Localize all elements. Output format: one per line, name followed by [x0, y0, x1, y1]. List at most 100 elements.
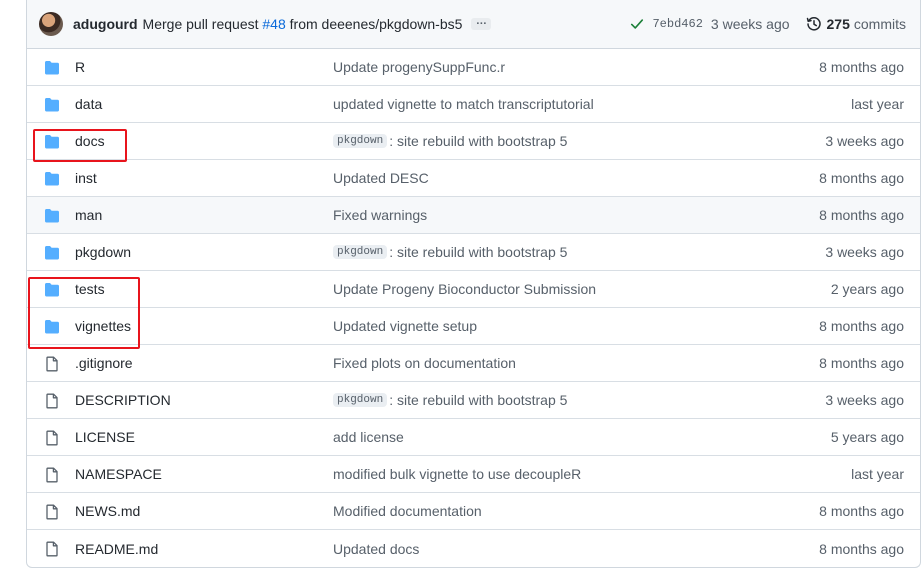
commit-pr-link[interactable]: #48: [262, 16, 285, 32]
file-icon: [43, 356, 61, 372]
file-age[interactable]: 8 months ago: [819, 59, 904, 75]
latest-commit-bar: adugourd Merge pull request #48 from dee…: [27, 0, 920, 49]
file-icon: [43, 467, 61, 483]
commit-sha-link[interactable]: 7ebd462: [652, 17, 702, 31]
commit-time[interactable]: 3 weeks ago: [711, 16, 790, 32]
file-age[interactable]: 8 months ago: [819, 355, 904, 371]
folder-icon: [43, 245, 61, 261]
file-commit-message[interactable]: Update progenySuppFunc.r: [333, 59, 505, 75]
file-commit-message[interactable]: Fixed warnings: [333, 207, 427, 223]
file-commit-text[interactable]: updated vignette to match transcriptutor…: [333, 96, 594, 112]
file-name-link[interactable]: pkgdown: [75, 244, 131, 260]
file-commit-text[interactable]: Updated DESC: [333, 170, 429, 186]
file-age[interactable]: 3 weeks ago: [825, 392, 904, 408]
file-commit-message[interactable]: Updated vignette setup: [333, 318, 477, 334]
file-name-link[interactable]: inst: [75, 170, 97, 186]
file-commit-text[interactable]: Updated vignette setup: [333, 318, 477, 334]
file-icon: [43, 393, 61, 409]
file-age[interactable]: 5 years ago: [831, 429, 904, 445]
file-row[interactable]: NAMESPACE modified bulk vignette to use d…: [27, 456, 920, 493]
file-row[interactable]: tests Update Progeny Bioconductor Submiss…: [27, 271, 920, 308]
commit-message-suffix[interactable]: from deeenes/pkgdown-bs5: [286, 16, 463, 32]
file-commit-message[interactable]: Modified documentation: [333, 503, 482, 519]
file-commit-message[interactable]: updated vignette to match transcriptutor…: [333, 96, 594, 112]
commit-count[interactable]: 275: [827, 16, 850, 32]
file-commit-text[interactable]: Update Progeny Bioconductor Submission: [333, 281, 596, 297]
file-age[interactable]: last year: [851, 96, 904, 112]
author-avatar[interactable]: [39, 12, 63, 36]
file-name-link[interactable]: data: [75, 96, 102, 112]
file-name-link[interactable]: README.md: [75, 541, 158, 557]
file-commit-message[interactable]: add license: [333, 429, 404, 445]
commit-count-label[interactable]: commits: [854, 16, 906, 32]
file-commit-message[interactable]: pkgdown: site rebuild with bootstrap 5: [333, 244, 567, 260]
file-name-link[interactable]: vignettes: [75, 318, 131, 334]
folder-icon: [43, 208, 61, 224]
file-row[interactable]: DESCRIPTION pkgdown: site rebuild with bo…: [27, 382, 920, 419]
file-row[interactable]: data updated vignette to match transcript…: [27, 86, 920, 123]
file-age[interactable]: 8 months ago: [819, 318, 904, 334]
file-commit-message[interactable]: Update Progeny Bioconductor Submission: [333, 281, 596, 297]
file-age[interactable]: 8 months ago: [819, 207, 904, 223]
file-commit-message[interactable]: pkgdown: site rebuild with bootstrap 5: [333, 392, 567, 408]
file-row[interactable]: R Update progenySuppFunc.r 8 months ago: [27, 49, 920, 86]
folder-icon: [43, 97, 61, 113]
file-age[interactable]: 3 weeks ago: [825, 244, 904, 260]
commit-code-tag[interactable]: pkgdown: [333, 393, 388, 407]
file-commit-text[interactable]: Update progenySuppFunc.r: [333, 59, 505, 75]
file-age[interactable]: 8 months ago: [819, 170, 904, 186]
folder-icon: [43, 60, 61, 76]
commit-message-prefix[interactable]: Merge pull request: [143, 16, 263, 32]
folder-icon: [43, 319, 61, 335]
file-row[interactable]: man Fixed warnings 8 months ago: [27, 197, 920, 234]
history-icon[interactable]: [806, 16, 822, 32]
file-name-link[interactable]: .gitignore: [75, 355, 133, 371]
file-row[interactable]: inst Updated DESC 8 months ago: [27, 160, 920, 197]
file-name-link[interactable]: NEWS.md: [75, 503, 140, 519]
file-name-link[interactable]: man: [75, 207, 102, 223]
file-row[interactable]: README.md Updated docs 8 months ago: [27, 530, 920, 567]
file-commit-text[interactable]: Modified documentation: [333, 503, 482, 519]
file-row[interactable]: NEWS.md Modified documentation 8 months ag…: [27, 493, 920, 530]
file-commit-message[interactable]: Updated docs: [333, 541, 419, 557]
file-name-link[interactable]: NAMESPACE: [75, 466, 162, 482]
commit-code-tag[interactable]: pkgdown: [333, 245, 388, 259]
file-commit-text[interactable]: Fixed warnings: [333, 207, 427, 223]
file-commit-text[interactable]: add license: [333, 429, 404, 445]
file-commit-text[interactable]: : site rebuild with bootstrap 5: [389, 392, 567, 408]
commit-message: Merge pull request #48 from deeenes/pkgd…: [143, 16, 463, 32]
file-row[interactable]: .gitignore Fixed plots on documentation 8 …: [27, 345, 920, 382]
file-name-link[interactable]: tests: [75, 281, 105, 297]
file-commit-text[interactable]: Updated docs: [333, 541, 419, 557]
file-age[interactable]: 8 months ago: [819, 503, 904, 519]
file-age[interactable]: 8 months ago: [819, 541, 904, 557]
expand-commit-button[interactable]: …: [471, 16, 492, 30]
commit-author-link[interactable]: adugourd: [73, 16, 138, 32]
file-age[interactable]: 2 years ago: [831, 281, 904, 297]
folder-icon: [43, 171, 61, 187]
file-commit-message[interactable]: Updated DESC: [333, 170, 429, 186]
check-icon[interactable]: [630, 17, 644, 31]
file-commit-text[interactable]: Fixed plots on documentation: [333, 355, 516, 371]
file-name-link[interactable]: docs: [75, 133, 105, 149]
file-row[interactable]: vignettes Updated vignette setup 8 months …: [27, 308, 920, 345]
file-commit-text[interactable]: : site rebuild with bootstrap 5: [389, 244, 567, 260]
file-name-link[interactable]: LICENSE: [75, 429, 135, 445]
file-commit-text[interactable]: : site rebuild with bootstrap 5: [389, 133, 567, 149]
file-name-link[interactable]: R: [75, 59, 85, 75]
file-row[interactable]: docs pkgdown: site rebuild with bootstrap…: [27, 123, 920, 160]
file-name-link[interactable]: DESCRIPTION: [75, 392, 171, 408]
file-list: R Update progenySuppFunc.r 8 months ago dat…: [27, 49, 920, 567]
file-icon: [43, 430, 61, 446]
file-commit-message[interactable]: modified bulk vignette to use decoupleR: [333, 466, 581, 482]
file-row[interactable]: LICENSE add license 5 years ago: [27, 419, 920, 456]
commit-code-tag[interactable]: pkgdown: [333, 134, 388, 148]
file-commit-text[interactable]: modified bulk vignette to use decoupleR: [333, 466, 581, 482]
file-icon: [43, 504, 61, 520]
commit-meta: 7ebd462 3 weeks ago 275 commits: [630, 16, 906, 32]
file-row[interactable]: pkgdown pkgdown: site rebuild with bootst…: [27, 234, 920, 271]
file-age[interactable]: 3 weeks ago: [825, 133, 904, 149]
file-age[interactable]: last year: [851, 466, 904, 482]
file-commit-message[interactable]: pkgdown: site rebuild with bootstrap 5: [333, 133, 567, 149]
file-commit-message[interactable]: Fixed plots on documentation: [333, 355, 516, 371]
